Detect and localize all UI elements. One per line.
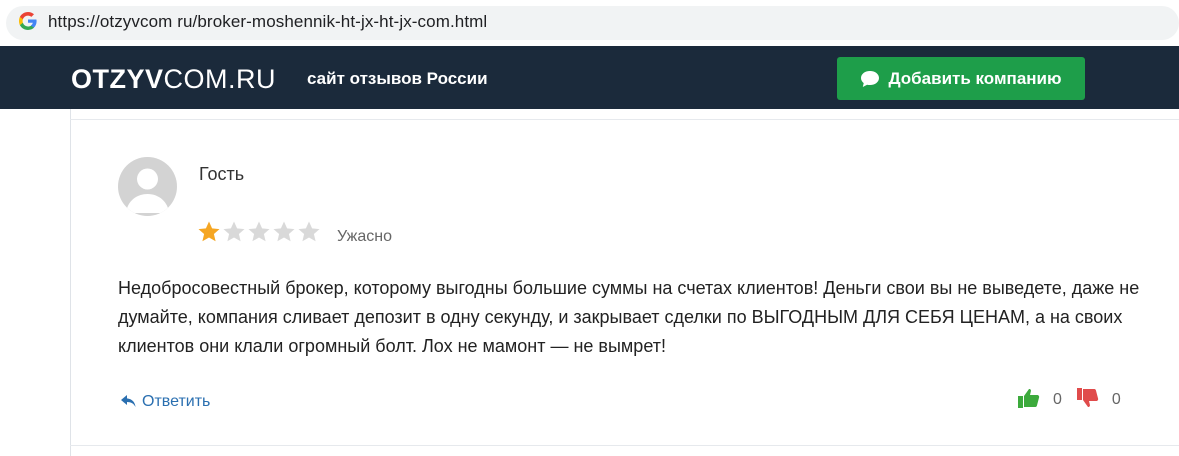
star-empty-icon (223, 221, 245, 242)
url-text[interactable]: https://otzyvcom ru/broker-moshennik-ht-… (48, 12, 487, 32)
rating-label: Ужасно (337, 228, 392, 245)
add-company-label: Добавить компанию (888, 68, 1062, 88)
site-tagline: сайт отзывов России (307, 69, 488, 88)
star-empty-icon (248, 221, 270, 242)
content-left-border (70, 109, 71, 456)
review-author: Гость (199, 164, 245, 184)
star-empty-icon (298, 221, 320, 242)
google-g-icon (19, 12, 37, 30)
rating-stars (197, 220, 321, 243)
logo-bold-part: OTZYV (71, 64, 164, 94)
star-filled-icon (198, 221, 220, 242)
likes-count: 0 (1053, 391, 1062, 408)
reply-arrow-icon (121, 395, 136, 407)
chat-bubble-icon (861, 70, 880, 87)
user-placeholder-icon (118, 157, 177, 216)
review-section: Гость Ужасно Недобросовестный брокер, ко… (0, 109, 1179, 456)
thumbs-up-icon[interactable] (1017, 386, 1041, 410)
star-empty-icon (273, 221, 295, 242)
review-text: Недобросовестный брокер, которому выгодн… (118, 278, 1140, 356)
thumbs-down-icon[interactable] (1076, 386, 1100, 410)
browser-address-bar[interactable]: https://otzyvcom ru/broker-moshennik-ht-… (0, 0, 1179, 46)
site-logo[interactable]: OTZYVCOM.RU (71, 64, 276, 95)
add-company-button[interactable]: Добавить компанию (837, 57, 1085, 100)
site-header: OTZYVCOM.RU сайт отзывов России Добавить… (0, 46, 1179, 109)
content-top-divider (70, 119, 1179, 120)
reply-label: Ответить (142, 393, 211, 410)
dislikes-count: 0 (1111, 391, 1121, 408)
logo-light-part: COM.RU (163, 64, 277, 94)
reply-link[interactable]: Ответить (121, 393, 210, 411)
content-bottom-divider (70, 445, 1179, 446)
vote-controls: 0 0 (1017, 386, 1135, 410)
